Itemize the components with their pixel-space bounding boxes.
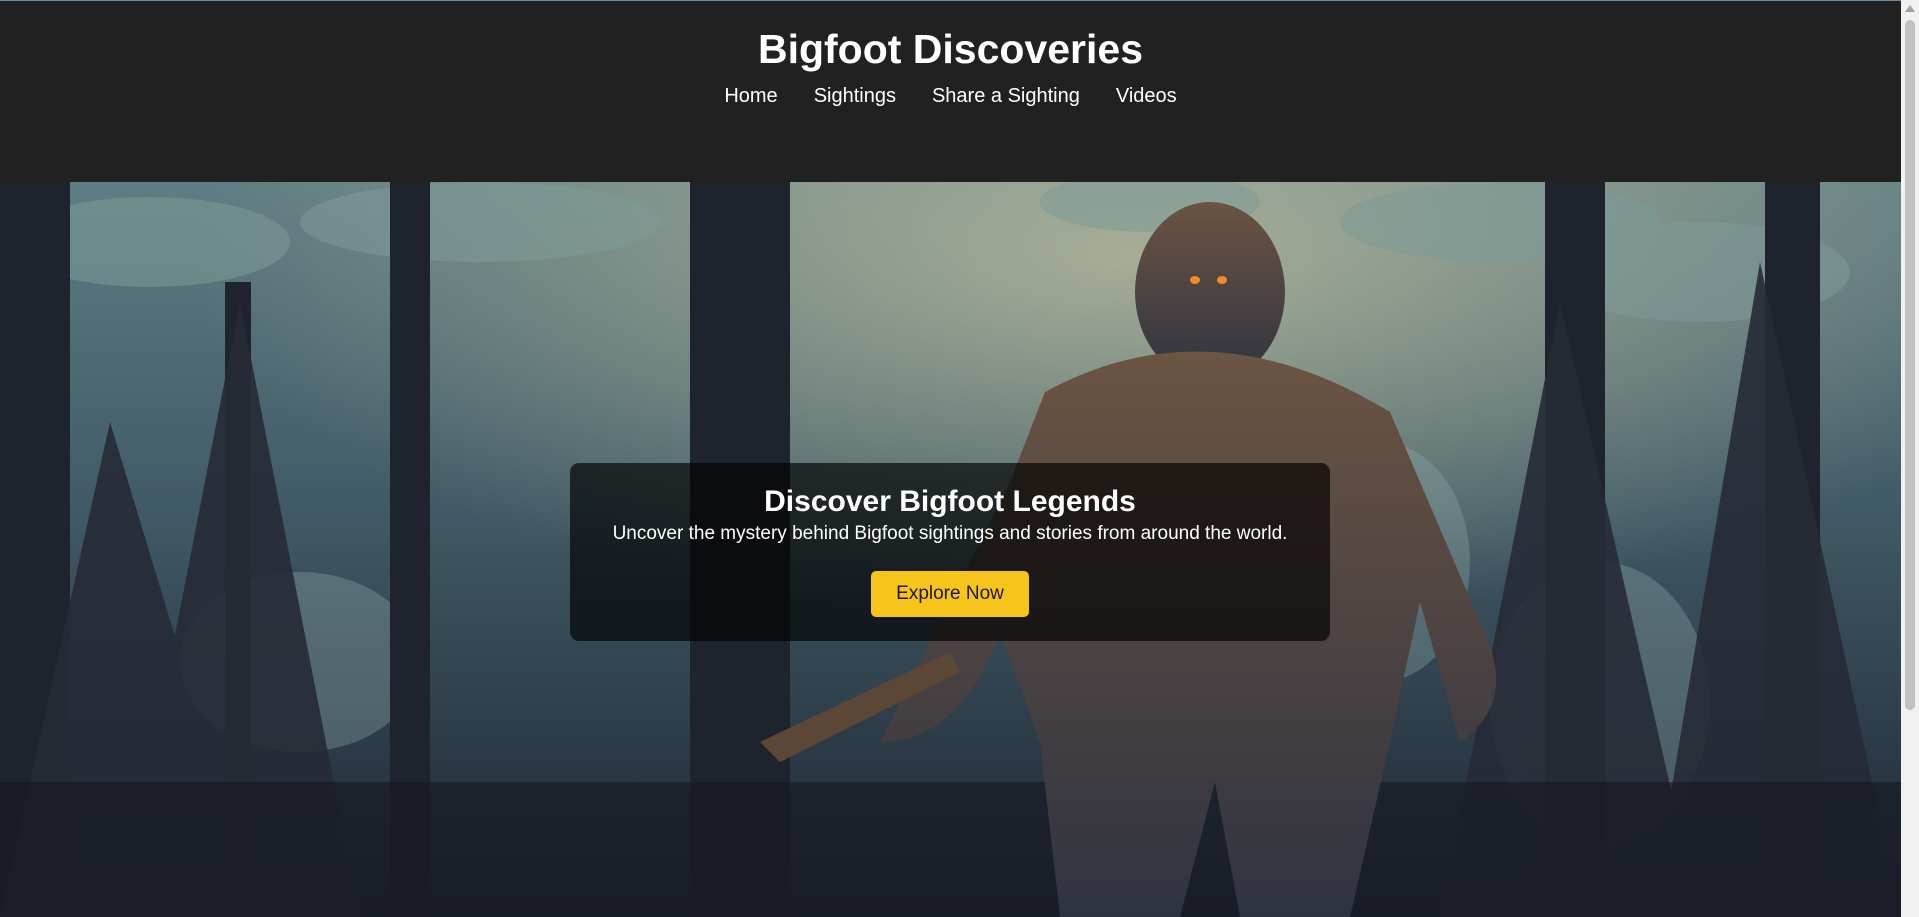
hero-section: Discover Bigfoot Legends Uncover the mys… <box>0 182 1901 917</box>
scroll-up-arrow-icon[interactable] <box>1905 5 1915 12</box>
site-header: Bigfoot Discoveries Home Sightings Share… <box>0 1 1901 182</box>
nav-sightings-link[interactable]: Sightings <box>796 83 914 109</box>
hero-description: Uncover the mystery behind Bigfoot sight… <box>612 523 1288 544</box>
scroll-thumb[interactable] <box>1905 20 1915 710</box>
site-title: Bigfoot Discoveries <box>757 26 1144 72</box>
hero-title: Discover Bigfoot Legends <box>764 485 1136 518</box>
page-viewport: Bigfoot Discoveries Home Sightings Share… <box>0 0 1901 917</box>
main-nav: Home Sightings Share a Sighting Videos <box>0 83 1901 109</box>
nav-videos-link[interactable]: Videos <box>1098 83 1195 109</box>
nav-share-sighting-link[interactable]: Share a Sighting <box>914 83 1098 109</box>
nav-home-link[interactable]: Home <box>706 83 795 109</box>
explore-now-button[interactable]: Explore Now <box>871 571 1029 617</box>
vertical-scrollbar[interactable] <box>1901 0 1919 917</box>
hero-card: Discover Bigfoot Legends Uncover the mys… <box>570 463 1330 641</box>
